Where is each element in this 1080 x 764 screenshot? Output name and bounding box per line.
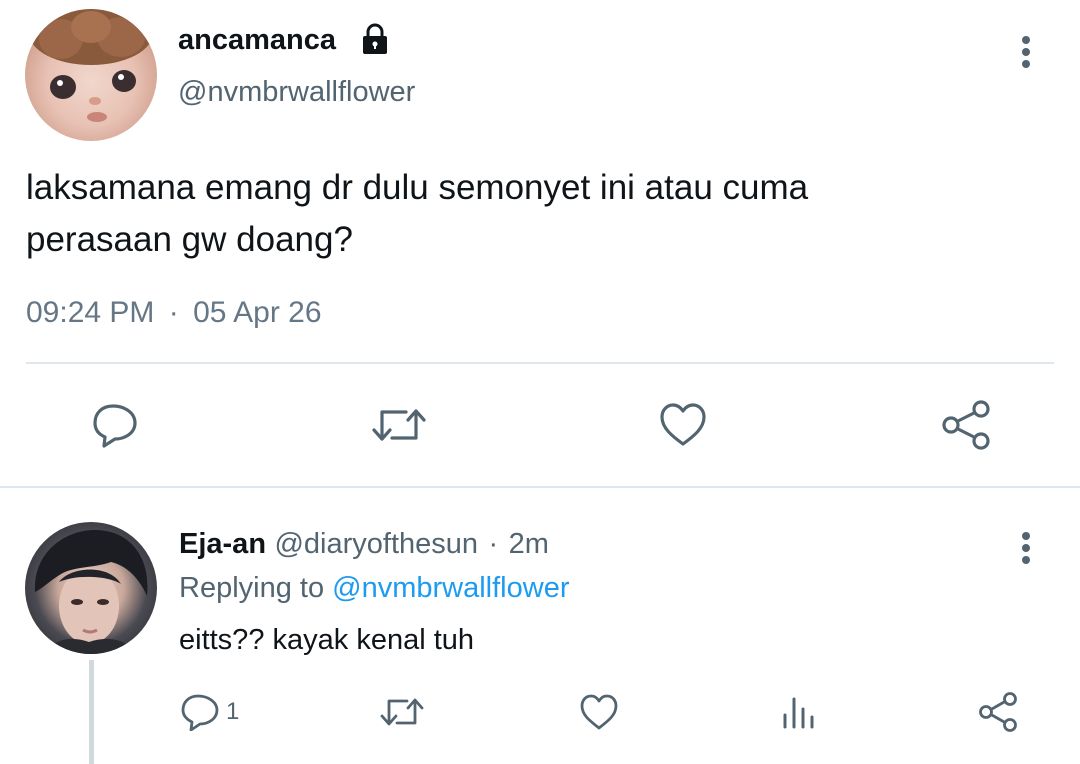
thread-connector [89, 660, 94, 764]
reply-header: Eja-an @diaryofthesun · 2m [179, 528, 549, 561]
reply-separator: · [488, 528, 499, 560]
analytics-icon [783, 697, 814, 729]
divider [26, 362, 1054, 364]
meta-separator: · [168, 296, 179, 329]
tweet-time: 09:24 PM [26, 296, 155, 329]
retweet-icon [372, 409, 426, 441]
author-avatar[interactable] [25, 9, 157, 141]
replying-to: Replying to @nvmbrwallflower [179, 572, 569, 605]
reply-share-button[interactable] [976, 690, 1020, 734]
heart-icon [660, 403, 706, 446]
like-button[interactable] [656, 400, 710, 450]
tweet-timestamp[interactable]: 09:24 PM · 05 Apr 26 [26, 296, 322, 330]
tweet-text-line2: perasaan gw doang? [26, 220, 353, 259]
share-icon [942, 400, 990, 450]
reply-display-name[interactable]: Eja-an [179, 528, 266, 560]
share-icon [979, 692, 1017, 732]
reply-age[interactable]: 2m [509, 528, 549, 560]
retweet-button[interactable] [369, 400, 429, 450]
reply-comment-count: 1 [226, 698, 240, 725]
section-divider [0, 486, 1080, 488]
avatar-image [29, 9, 153, 122]
reply-handle[interactable]: @diaryofthesun [274, 528, 478, 560]
reply-text: eitts?? kayak kenal tuh [179, 624, 475, 656]
heart-icon [580, 694, 618, 730]
reply-avatar[interactable] [25, 522, 157, 654]
comment-button[interactable] [88, 400, 142, 450]
comment-icon [93, 404, 137, 448]
replying-to-label: Replying to [179, 572, 325, 604]
reply-avatar-image [34, 530, 148, 654]
tweet-date: 05 Apr 26 [193, 296, 322, 329]
more-options-icon[interactable] [1008, 32, 1044, 72]
comment-icon [181, 694, 219, 731]
tweet-text: laksamana emang dr dulu semonyet ini ata… [26, 162, 1026, 266]
retweet-icon [380, 698, 424, 726]
reply-like-button[interactable] [578, 692, 620, 732]
reply-retweet-button[interactable] [378, 692, 426, 732]
reply-comment-button[interactable]: 1 [180, 692, 239, 732]
author-handle[interactable]: @nvmbrwallflower [178, 76, 415, 109]
reply-analytics-button[interactable] [780, 692, 816, 732]
author-display-name[interactable]: ancamanca [178, 24, 336, 57]
tweet-text-line1: laksamana emang dr dulu semonyet ini ata… [26, 168, 809, 207]
reply-more-options-icon[interactable] [1008, 528, 1044, 568]
lock-icon [358, 22, 392, 61]
replying-to-mention[interactable]: @nvmbrwallflower [332, 572, 569, 604]
author-name-text: ancamanca [178, 24, 336, 56]
share-button[interactable] [940, 398, 992, 452]
